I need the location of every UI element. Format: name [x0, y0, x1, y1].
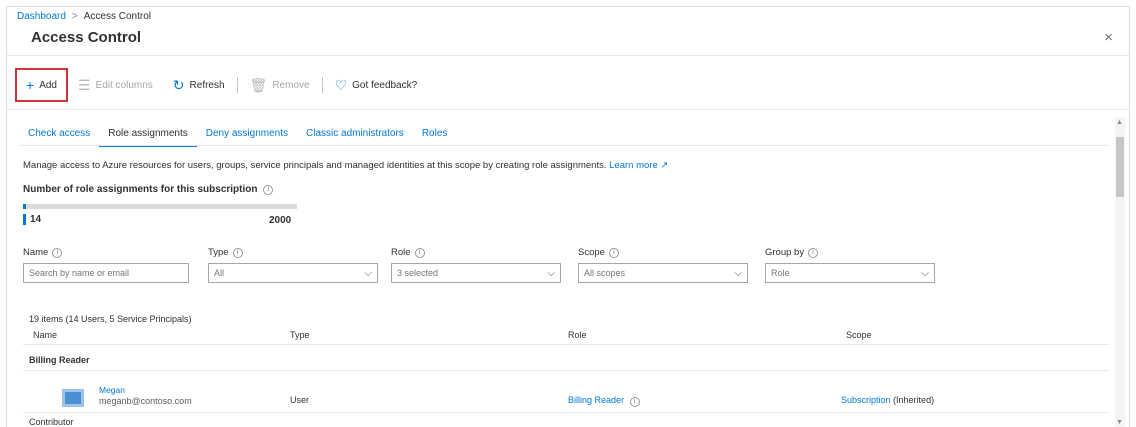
name-search-field[interactable]: [23, 263, 189, 283]
filter-role-label-text: Role: [391, 247, 411, 258]
group-by-dropdown[interactable]: Role ⌵: [765, 263, 935, 283]
toolbar: + Add ☰ Edit columns ↻ Refresh 🗑 Remove …: [15, 68, 428, 102]
row-divider: [23, 412, 1109, 413]
page-title: Access Control: [31, 29, 142, 46]
filter-scope: Scope i All scopes ⌵: [578, 247, 748, 283]
learn-more-link[interactable]: Learn more: [609, 160, 658, 171]
tabs-divider: [19, 145, 1109, 146]
role-count-title-text: Number of role assignments for this subs…: [23, 184, 258, 195]
filter-name-label: Name i: [23, 247, 189, 258]
chevron-down-icon: ⌵: [921, 267, 929, 279]
type-dropdown[interactable]: All ⌵: [208, 263, 378, 283]
refresh-label: Refresh: [189, 79, 225, 91]
row-role: Billing Reader i: [568, 395, 640, 407]
row-type: User: [290, 395, 310, 405]
role-dropdown-value: 3 selected: [397, 268, 439, 278]
info-icon[interactable]: i: [629, 397, 640, 407]
description: Manage access to Azure resources for use…: [23, 160, 668, 171]
column-header-scope[interactable]: Scope: [846, 330, 872, 340]
column-header-role[interactable]: Role: [568, 330, 587, 340]
info-icon[interactable]: i: [232, 247, 243, 258]
items-count: 19 items (14 Users, 5 Service Principals…: [29, 314, 192, 324]
role-count-progress-fill: [23, 204, 26, 209]
toolbar-divider: [7, 109, 1129, 110]
table-header-divider: [23, 344, 1109, 345]
vertical-scrollbar[interactable]: ▲ ▼: [1115, 117, 1125, 427]
filter-name-label-text: Name: [23, 247, 49, 258]
refresh-icon: ↻: [172, 77, 185, 93]
chevron-down-icon: ⌵: [547, 267, 555, 279]
role-count-max: 2000: [269, 215, 292, 226]
filter-scope-label-text: Scope: [578, 247, 605, 258]
toolbar-separator: [321, 77, 323, 93]
scroll-up-icon[interactable]: ▲: [1116, 119, 1123, 126]
add-button[interactable]: + Add: [15, 68, 68, 102]
role-count-progress: [23, 204, 297, 209]
filter-name: Name i: [23, 247, 189, 283]
current-marker: [23, 214, 26, 225]
group-by-dropdown-value: Role: [771, 268, 790, 278]
group-divider: [23, 370, 1109, 371]
scope-dropdown[interactable]: All scopes ⌵: [578, 263, 748, 283]
breadcrumb-current: Access Control: [83, 11, 152, 22]
user-email: meganb@contoso.com: [99, 396, 192, 406]
filter-type: Type i All ⌵: [208, 247, 378, 283]
breadcrumb-separator: >: [71, 11, 78, 22]
filter-type-label: Type i: [208, 247, 378, 258]
filter-group-by-label: Group by i: [765, 247, 935, 258]
feedback-button[interactable]: ♡ Got feedback?: [325, 70, 428, 100]
remove-button[interactable]: 🗑 Remove: [240, 70, 320, 100]
scope-dropdown-value: All scopes: [584, 268, 626, 278]
close-icon[interactable]: ×: [1104, 29, 1113, 46]
filter-group-by: Group by i Role ⌵: [765, 247, 935, 283]
role-count-current: 14: [23, 214, 41, 225]
filter-role-label: Role i: [391, 247, 561, 258]
refresh-button[interactable]: ↻ Refresh: [163, 70, 235, 100]
access-control-panel: Dashboard > Access Control Access Contro…: [6, 6, 1130, 427]
heart-icon: ♡: [334, 77, 348, 93]
breadcrumb-dashboard-link[interactable]: Dashboard: [17, 11, 66, 22]
scroll-down-icon[interactable]: ▼: [1116, 419, 1123, 426]
role-dropdown[interactable]: 3 selected ⌵: [391, 263, 561, 283]
scope-suffix: (Inherited): [893, 395, 935, 405]
description-text: Manage access to Azure resources for use…: [23, 160, 607, 171]
group-header-billing-reader: Billing Reader: [29, 355, 90, 365]
group-header-contributor: Contributor: [29, 417, 74, 427]
columns-icon: ☰: [77, 77, 91, 93]
edit-columns-button[interactable]: ☰ Edit columns: [68, 70, 163, 100]
remove-label: Remove: [272, 79, 310, 91]
info-icon[interactable]: i: [608, 247, 619, 258]
filter-type-label-text: Type: [208, 247, 229, 258]
filter-group-by-label-text: Group by: [765, 247, 805, 258]
edit-columns-label: Edit columns: [95, 79, 153, 91]
row-scope: Subscription (Inherited): [841, 395, 934, 405]
type-dropdown-value: All: [214, 268, 225, 278]
add-label: Add: [39, 79, 57, 91]
user-name-link[interactable]: Megan: [99, 385, 125, 395]
header-divider: [7, 55, 1129, 56]
info-icon[interactable]: i: [414, 247, 425, 258]
feedback-label: Got feedback?: [352, 79, 418, 91]
plus-icon: +: [26, 77, 35, 93]
toolbar-separator: [236, 77, 238, 93]
scope-link[interactable]: Subscription: [841, 395, 891, 405]
info-icon[interactable]: i: [808, 247, 819, 258]
chevron-down-icon: ⌵: [734, 267, 742, 279]
role-count-title: Number of role assignments for this subs…: [23, 184, 274, 195]
column-header-name[interactable]: Name: [33, 330, 57, 340]
external-link-icon: ↗: [660, 160, 669, 171]
name-search-input[interactable]: [29, 268, 183, 278]
filter-scope-label: Scope i: [578, 247, 748, 258]
avatar: [62, 389, 84, 407]
role-count-current-value: 14: [30, 214, 42, 225]
column-header-type[interactable]: Type: [290, 330, 310, 340]
scroll-thumb[interactable]: [1116, 137, 1124, 197]
info-icon[interactable]: i: [263, 184, 274, 195]
trash-icon: 🗑: [249, 77, 268, 93]
filter-role: Role i 3 selected ⌵: [391, 247, 561, 283]
breadcrumb: Dashboard > Access Control: [17, 11, 151, 22]
role-link[interactable]: Billing Reader: [568, 395, 624, 405]
chevron-down-icon: ⌵: [364, 267, 372, 279]
info-icon[interactable]: i: [52, 247, 63, 258]
